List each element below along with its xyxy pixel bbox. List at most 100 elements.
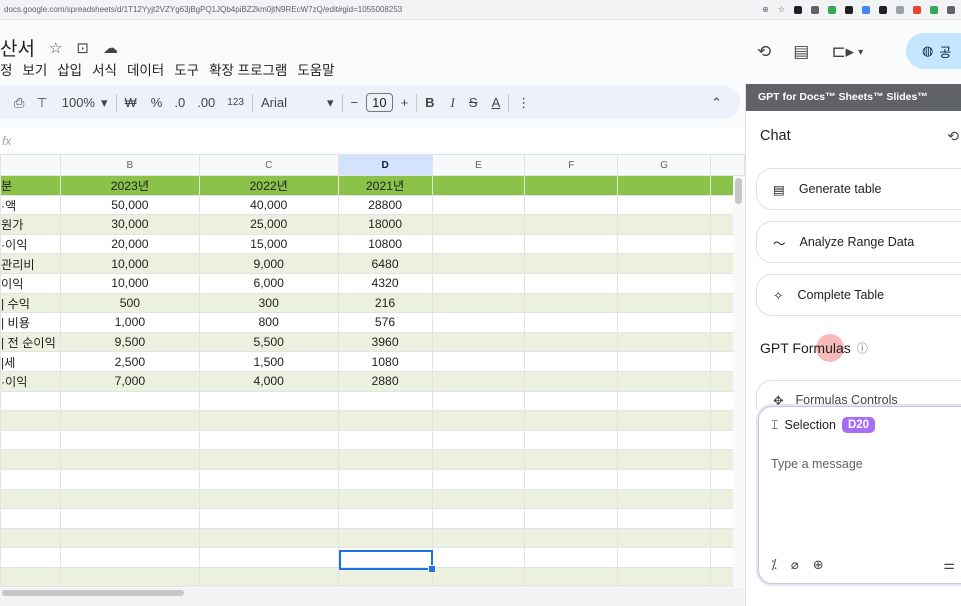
- cell-c[interactable]: 40,000: [198, 194, 339, 216]
- more-options-icon[interactable]: ⋮: [517, 95, 530, 111]
- cell[interactable]: [0, 566, 61, 588]
- cell[interactable]: [337, 566, 433, 588]
- cell[interactable]: [617, 429, 711, 451]
- cell[interactable]: [524, 292, 619, 314]
- cell[interactable]: [524, 351, 619, 372]
- cell[interactable]: [59, 429, 200, 451]
- cell[interactable]: [198, 390, 339, 412]
- cell-b[interactable]: 10,000: [59, 272, 200, 294]
- cell[interactable]: [524, 370, 619, 392]
- chevron-down-icon[interactable]: ▾: [101, 95, 108, 111]
- cell-d[interactable]: 2021년: [337, 175, 433, 196]
- cell[interactable]: [431, 272, 526, 294]
- star-icon[interactable]: ☆: [49, 39, 62, 57]
- column-header[interactable]: [0, 154, 61, 176]
- cell[interactable]: [431, 351, 526, 372]
- cell[interactable]: [431, 429, 526, 451]
- cell[interactable]: [617, 194, 711, 216]
- cell[interactable]: [59, 449, 200, 470]
- menu-item[interactable]: 도움말: [297, 59, 334, 79]
- bold-button[interactable]: B: [425, 95, 434, 110]
- cell[interactable]: [524, 429, 619, 451]
- cell[interactable]: [198, 429, 339, 451]
- spreadsheet-grid[interactable]: B C D E F G 분 2023년 2022년 2021년 ·액 50,000 40,000 2880…: [0, 154, 745, 598]
- cell[interactable]: [0, 410, 61, 431]
- cell[interactable]: [0, 488, 61, 510]
- menu-item[interactable]: 서식: [92, 59, 117, 79]
- row-label-cell[interactable]: 관리비: [0, 253, 61, 274]
- cell[interactable]: [59, 488, 200, 510]
- cell-d[interactable]: 3960: [337, 331, 433, 353]
- cell[interactable]: [524, 194, 619, 216]
- extension-icon[interactable]: [930, 5, 938, 14]
- horizontal-scrollbar[interactable]: [0, 588, 745, 598]
- cell-b[interactable]: 1,000: [59, 312, 200, 333]
- number-format-button[interactable]: 123: [227, 97, 244, 108]
- cell[interactable]: [198, 410, 339, 431]
- cell[interactable]: [198, 527, 339, 549]
- cell[interactable]: [431, 233, 526, 255]
- extension-icon[interactable]: [896, 5, 904, 14]
- decrease-decimal-button[interactable]: .0: [174, 95, 185, 110]
- cell-b[interactable]: 500: [59, 292, 200, 314]
- cell[interactable]: [431, 194, 526, 216]
- magic-icon[interactable]: ⁒: [771, 557, 777, 573]
- cell-d[interactable]: 1080: [337, 351, 433, 372]
- cell[interactable]: [617, 214, 711, 235]
- cell[interactable]: [524, 253, 619, 274]
- cell[interactable]: [617, 390, 711, 412]
- cell-d[interactable]: 6480: [337, 253, 433, 274]
- cell[interactable]: [198, 488, 339, 510]
- menu-item[interactable]: 정: [0, 59, 12, 79]
- paint-format-icon[interactable]: ⊤: [36, 95, 47, 111]
- cell[interactable]: [0, 527, 61, 549]
- cell[interactable]: [0, 449, 61, 470]
- cell-b[interactable]: 2023년: [59, 175, 200, 196]
- cell-d[interactable]: 18000: [337, 214, 433, 235]
- menu-item[interactable]: 보기: [22, 59, 47, 79]
- menu-item[interactable]: 삽입: [57, 59, 82, 79]
- cell-c[interactable]: 2022년: [198, 175, 339, 196]
- cell[interactable]: [431, 331, 526, 353]
- zoom-select[interactable]: 100%: [62, 95, 95, 110]
- row-label-cell[interactable]: |세: [0, 351, 61, 372]
- add-image-icon[interactable]: ⊕: [813, 557, 824, 573]
- cell[interactable]: [524, 233, 619, 255]
- cell-c[interactable]: 300: [198, 292, 339, 314]
- cell[interactable]: [431, 253, 526, 274]
- cell[interactable]: [431, 214, 526, 235]
- extension-icon[interactable]: [913, 5, 921, 14]
- cell[interactable]: [431, 488, 526, 510]
- extension-icon[interactable]: [947, 5, 955, 14]
- cell[interactable]: [59, 410, 200, 431]
- column-header[interactable]: C: [198, 154, 339, 176]
- row-label-cell[interactable]: 이익: [0, 272, 61, 294]
- cell[interactable]: [59, 566, 200, 588]
- chevron-down-icon[interactable]: ▾: [858, 47, 863, 58]
- row-label-cell[interactable]: ·액: [0, 194, 61, 216]
- cell[interactable]: [0, 429, 61, 451]
- cell-b[interactable]: 2,500: [59, 351, 200, 372]
- cell[interactable]: [431, 468, 526, 490]
- cell[interactable]: [524, 175, 619, 196]
- zoom-icon[interactable]: ⊕: [762, 5, 769, 14]
- scrollbar-thumb[interactable]: [735, 178, 742, 204]
- message-input[interactable]: Type a message: [771, 457, 863, 471]
- cell[interactable]: [617, 488, 711, 510]
- cell[interactable]: [524, 547, 619, 568]
- currency-button[interactable]: ₩: [125, 95, 137, 110]
- info-icon[interactable]: ⓘ: [857, 340, 868, 356]
- column-header[interactable]: B: [59, 154, 200, 176]
- cell[interactable]: [59, 527, 200, 549]
- history-icon[interactable]: ⟲: [757, 42, 771, 62]
- column-header[interactable]: E: [431, 154, 526, 176]
- cell-c[interactable]: 5,500: [198, 331, 339, 353]
- cell[interactable]: [524, 410, 619, 431]
- cloud-status-icon[interactable]: ☁: [103, 39, 118, 57]
- cell[interactable]: [617, 351, 711, 372]
- cell[interactable]: [617, 233, 711, 255]
- formula-bar[interactable]: fx: [0, 128, 745, 152]
- cell[interactable]: [524, 214, 619, 235]
- star-icon[interactable]: ☆: [778, 5, 785, 14]
- cell[interactable]: [198, 468, 339, 490]
